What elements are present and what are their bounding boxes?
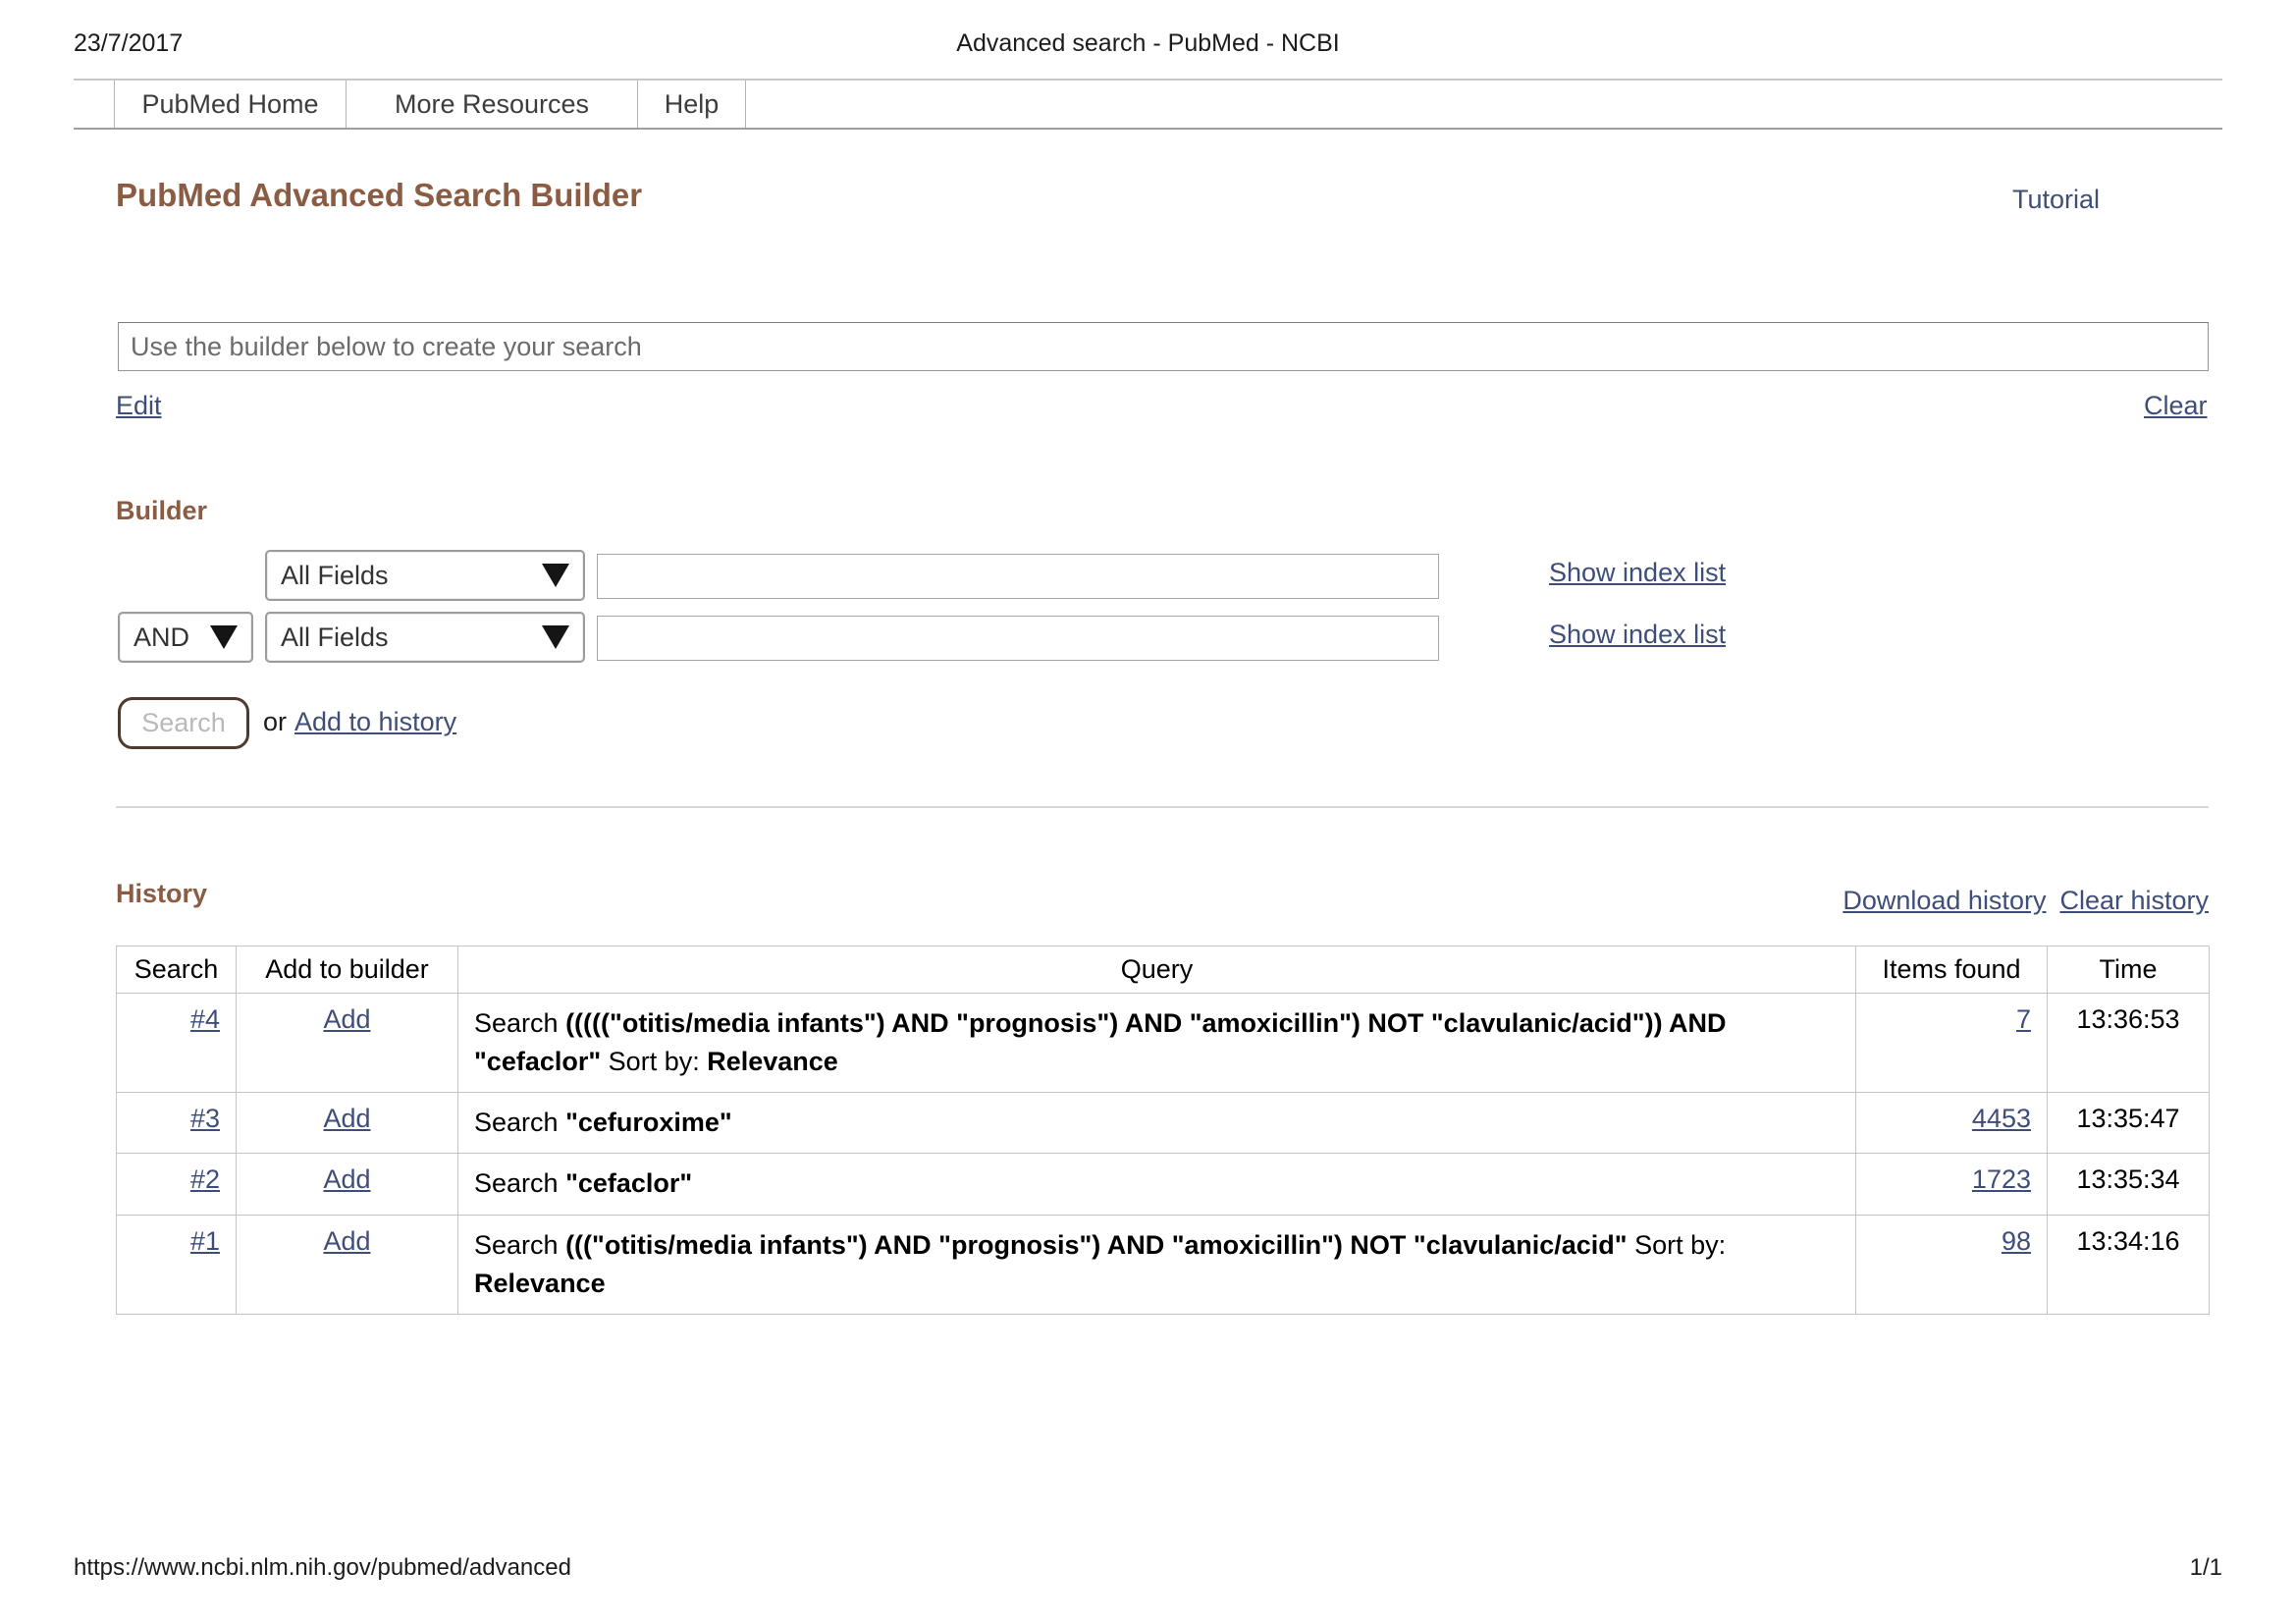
query-box-input[interactable] [118, 322, 2209, 371]
col-header-search: Search [117, 947, 237, 994]
time-cell: 13:35:34 [2048, 1154, 2210, 1215]
boolean-select-row2-value: AND [133, 622, 189, 653]
query-text: "cefuroxime" [565, 1108, 732, 1137]
query-cell: Search ((((("otitis/media infants") AND … [458, 994, 1856, 1093]
query-cell: Search ((("otitis/media infants") AND "p… [458, 1215, 1856, 1314]
tab-help[interactable]: Help [638, 81, 746, 128]
time-cell: 13:36:53 [2048, 994, 2210, 1093]
table-row: #1 Add Search ((("otitis/media infants")… [117, 1215, 2210, 1314]
print-page-number: 1/1 [2190, 1554, 2222, 1582]
query-prefix: Search [474, 1168, 565, 1198]
print-document-title: Advanced search - PubMed - NCBI [956, 29, 1339, 58]
query-cell: Search "cefuroxime" [458, 1093, 1856, 1154]
sort-label: Sort by: [601, 1047, 707, 1076]
query-prefix: Search [474, 1230, 565, 1260]
add-to-builder-link[interactable]: Add [323, 1004, 370, 1034]
add-to-history-link[interactable]: Add to history [294, 707, 456, 737]
print-date: 23/7/2017 [74, 29, 183, 58]
search-number-link[interactable]: #1 [190, 1226, 220, 1256]
tab-more-resources[interactable]: More Resources [347, 81, 638, 128]
tab-pubmed-home[interactable]: PubMed Home [115, 81, 347, 128]
items-found-link[interactable]: 4453 [1972, 1104, 2031, 1133]
col-header-items-found: Items found [1856, 947, 2048, 994]
printed-page: 23/7/2017 Advanced search - PubMed - NCB… [0, 0, 2296, 1623]
search-button[interactable]: Search [118, 697, 249, 749]
top-navbar: PubMed Home More Resources Help [74, 79, 2222, 130]
search-number-link[interactable]: #4 [190, 1004, 220, 1034]
section-divider [116, 806, 2209, 808]
sort-label: Sort by: [1628, 1230, 1727, 1260]
field-select-row1-value: All Fields [281, 561, 389, 591]
table-row: #4 Add Search ((((("otitis/media infants… [117, 994, 2210, 1093]
add-to-builder-link[interactable]: Add [323, 1164, 370, 1194]
field-select-row2[interactable]: All Fields [265, 612, 585, 663]
items-found-link[interactable]: 1723 [1972, 1164, 2031, 1194]
query-text: ((("otitis/media infants") AND "prognosi… [565, 1230, 1628, 1260]
chevron-down-icon [542, 625, 569, 649]
history-table: Search Add to builder Query Items found … [116, 946, 2210, 1315]
edit-link[interactable]: Edit [116, 391, 162, 421]
or-label: or [263, 707, 287, 737]
query-prefix: Search [474, 1108, 565, 1137]
navbar-stub-cell [74, 81, 115, 128]
print-url: https://www.ncbi.nlm.nih.gov/pubmed/adva… [74, 1554, 571, 1582]
col-header-add-to-builder: Add to builder [237, 947, 458, 994]
chevron-down-icon [210, 625, 238, 649]
show-index-list-link-row1[interactable]: Show index list [1549, 558, 1726, 588]
term-input-row1[interactable] [597, 554, 1439, 599]
sort-value: Relevance [707, 1047, 838, 1076]
clear-link[interactable]: Clear [2144, 391, 2208, 421]
search-number-link[interactable]: #2 [190, 1164, 220, 1194]
history-links: Download history Clear history [1842, 886, 2209, 916]
query-text: "cefaclor" [565, 1168, 692, 1198]
download-history-link[interactable]: Download history [1842, 886, 2046, 916]
builder-heading: Builder [116, 496, 207, 526]
clear-history-link[interactable]: Clear history [2059, 886, 2209, 916]
term-input-row2[interactable] [597, 616, 1439, 661]
field-select-row2-value: All Fields [281, 622, 389, 653]
table-row: #3 Add Search "cefuroxime" 4453 13:35:47 [117, 1093, 2210, 1154]
table-row: #2 Add Search "cefaclor" 1723 13:35:34 [117, 1154, 2210, 1215]
tutorial-link[interactable]: Tutorial [2012, 185, 2100, 215]
sort-value: Relevance [474, 1269, 606, 1298]
add-to-builder-link[interactable]: Add [323, 1226, 370, 1256]
add-to-builder-link[interactable]: Add [323, 1104, 370, 1133]
col-header-query: Query [458, 947, 1856, 994]
show-index-list-link-row2[interactable]: Show index list [1549, 620, 1726, 650]
time-cell: 13:35:47 [2048, 1093, 2210, 1154]
page-title: PubMed Advanced Search Builder [116, 177, 642, 214]
query-cell: Search "cefaclor" [458, 1154, 1856, 1215]
history-heading: History [116, 879, 207, 909]
field-select-row1[interactable]: All Fields [265, 550, 585, 601]
print-header: 23/7/2017 Advanced search - PubMed - NCB… [74, 29, 2222, 61]
items-found-link[interactable]: 98 [2002, 1226, 2031, 1256]
boolean-select-row2[interactable]: AND [118, 612, 253, 663]
history-table-header-row: Search Add to builder Query Items found … [117, 947, 2210, 994]
col-header-time: Time [2048, 947, 2210, 994]
chevron-down-icon [542, 564, 569, 587]
items-found-link[interactable]: 7 [2016, 1004, 2031, 1034]
search-number-link[interactable]: #3 [190, 1104, 220, 1133]
print-footer: https://www.ncbi.nlm.nih.gov/pubmed/adva… [74, 1554, 2222, 1586]
time-cell: 13:34:16 [2048, 1215, 2210, 1314]
query-prefix: Search [474, 1008, 565, 1038]
